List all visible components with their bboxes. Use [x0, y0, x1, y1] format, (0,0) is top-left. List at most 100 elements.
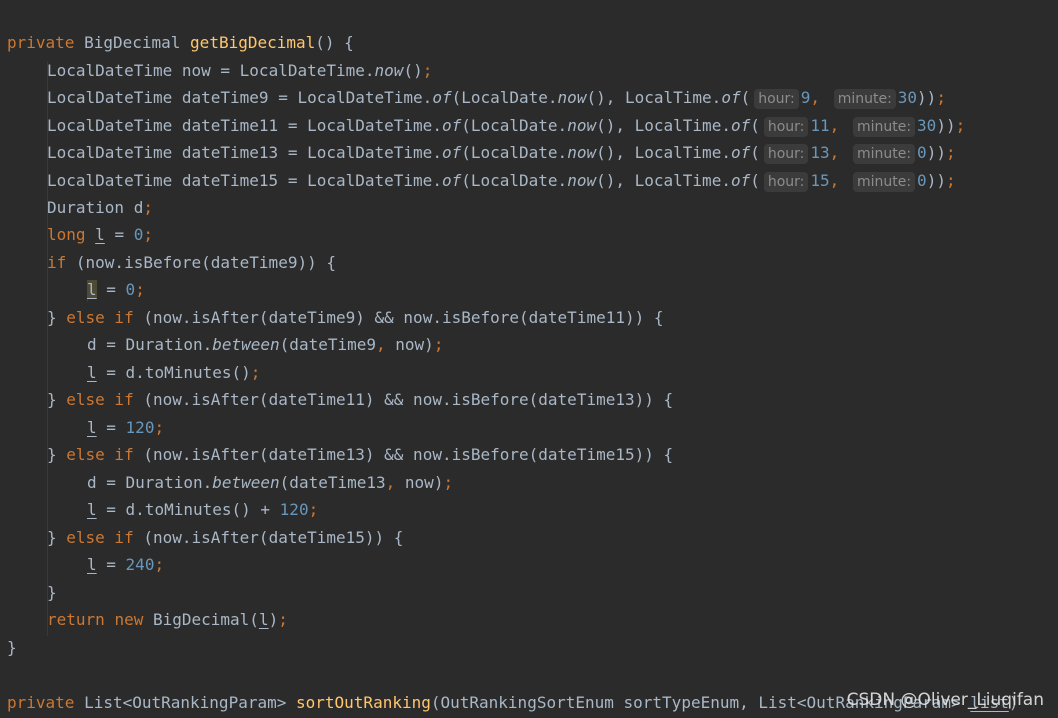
comma: ,	[829, 143, 840, 162]
static-call: now	[557, 88, 587, 107]
code-text: Duration d	[47, 198, 144, 217]
watermark: CSDN @Oliver_Liuqifan	[846, 690, 1044, 710]
static-call: of	[441, 116, 462, 135]
keyword-else-if: else if	[66, 390, 134, 409]
number-literal: 0	[125, 280, 136, 299]
code-text: LocalDateTime dateTime11 = LocalDateTime…	[47, 116, 442, 135]
code-line-close-method: }	[7, 634, 17, 661]
parameter-hint: hour:	[763, 117, 809, 137]
comma: ,	[829, 116, 840, 135]
number-literal: 11	[810, 116, 830, 135]
code-text: (now.isBefore(dateTime9)) {	[66, 253, 336, 272]
code-line-duration-between-2: d = Duration.between(dateTime13, now);	[7, 469, 453, 496]
keyword-return: return	[47, 610, 105, 629]
variable-l: l	[87, 555, 97, 574]
static-call: of	[730, 116, 751, 135]
code-text: }	[7, 638, 17, 657]
return-type: List<OutRankingParam>	[74, 693, 296, 712]
semicolon: ;	[308, 500, 319, 519]
code-text: (LocalDate.	[461, 116, 568, 135]
code-line-assign0: l = 0;	[7, 276, 145, 303]
method-params: () {	[315, 33, 354, 52]
code-line-tominutes-2: l = d.toMinutes() + 120;	[7, 496, 318, 523]
number-literal: 9	[800, 88, 811, 107]
keyword-else-if: else if	[66, 528, 134, 547]
comma: ,	[829, 171, 840, 190]
static-call: between	[212, 473, 280, 492]
parameter-hint: hour:	[754, 89, 799, 109]
number-literal: 0	[133, 225, 144, 244]
code-line-close-if: }	[7, 579, 57, 606]
code-text: =	[96, 555, 126, 574]
keyword-private: private	[7, 693, 75, 712]
number-literal: 30	[917, 116, 937, 135]
code-text: now)	[395, 473, 444, 492]
variable-l: l	[95, 225, 105, 244]
code-text: (	[740, 88, 751, 107]
keyword-private: private	[7, 33, 75, 52]
code-line-if: if (now.isBefore(dateTime9)) {	[7, 249, 336, 276]
static-call: now	[567, 171, 597, 190]
static-call: of	[730, 143, 751, 162]
comma: ,	[810, 88, 821, 107]
semicolon: ;	[135, 280, 145, 299]
code-text: (), LocalTime.	[596, 171, 731, 190]
static-call: of	[441, 171, 462, 190]
code-line-datetime9: LocalDateTime dateTime9 = LocalDateTime.…	[7, 84, 946, 111]
code-text: (now.isAfter(dateTime13) && now.isBefore…	[133, 445, 674, 464]
semicolon: ;	[443, 473, 454, 492]
code-text: (), LocalTime.	[596, 116, 731, 135]
variable-l: l	[87, 500, 97, 519]
keyword-long: long	[47, 225, 86, 244]
semicolon: ;	[250, 363, 261, 382]
method-name: getBigDecimal	[190, 33, 316, 52]
parameter-hint: hour:	[763, 172, 809, 192]
semicolon: ;	[936, 88, 946, 107]
static-call: of	[730, 171, 751, 190]
semicolon: ;	[143, 198, 153, 217]
code-line-elseif3: } else if (now.isAfter(dateTime13) && no…	[7, 441, 673, 468]
parameter-hint: minute:	[852, 144, 916, 164]
code-text: (now.isAfter(dateTime11) && now.isBefore…	[133, 390, 674, 409]
code-text: }	[47, 528, 67, 547]
code-text: LocalDateTime dateTime15 = LocalDateTime…	[47, 171, 442, 190]
method-name: sortOutRanking	[296, 693, 431, 712]
code-text: (), LocalTime.	[586, 88, 722, 107]
code-line-elseif2: } else if (now.isAfter(dateTime11) && no…	[7, 386, 673, 413]
code-editor[interactable]: private BigDecimal getBigDecimal() { Loc…	[0, 0, 1058, 718]
semicolon: ;	[278, 610, 288, 629]
keyword-else-if: else if	[66, 445, 134, 464]
code-text: (dateTime9	[279, 335, 376, 354]
code-text: )	[268, 610, 279, 629]
code-text: d = Duration.	[87, 473, 213, 492]
type-name: LocalDateTime	[47, 61, 173, 80]
variable-l: l	[87, 363, 97, 382]
code-text: =	[96, 418, 126, 437]
number-literal: 120	[125, 418, 155, 437]
static-call: between	[212, 335, 280, 354]
parameter-hint: hour:	[763, 144, 809, 164]
code-text: = d.toMinutes() +	[96, 500, 280, 519]
number-literal: 13	[810, 143, 830, 162]
code-line-duration-between-1: d = Duration.between(dateTime9, now);	[7, 331, 443, 358]
parameter-hint: minute:	[852, 117, 916, 137]
number-literal: 0	[917, 143, 927, 162]
code-line-tominutes-1: l = d.toMinutes();	[7, 359, 260, 386]
code-text: (dateTime13	[279, 473, 386, 492]
code-line-assign120: l = 120;	[7, 414, 164, 441]
code-text: (), LocalTime.	[596, 143, 731, 162]
code-text: (	[750, 171, 760, 190]
code-text: }	[47, 390, 67, 409]
code-text: (LocalDate.	[451, 88, 558, 107]
keyword-if: if	[47, 253, 67, 272]
code-text: ))	[926, 171, 946, 190]
code-line-elseif1: } else if (now.isAfter(dateTime9) && now…	[7, 304, 664, 331]
number-literal: 240	[125, 555, 155, 574]
variable-l: l	[87, 418, 97, 437]
code-text: now)	[385, 335, 434, 354]
semicolon: ;	[154, 418, 165, 437]
parameter-hint: minute:	[852, 172, 916, 192]
code-text: now = LocalDateTime.	[172, 61, 375, 80]
code-line-datetime15: LocalDateTime dateTime15 = LocalDateTime…	[7, 167, 956, 194]
code-text: =	[104, 225, 134, 244]
